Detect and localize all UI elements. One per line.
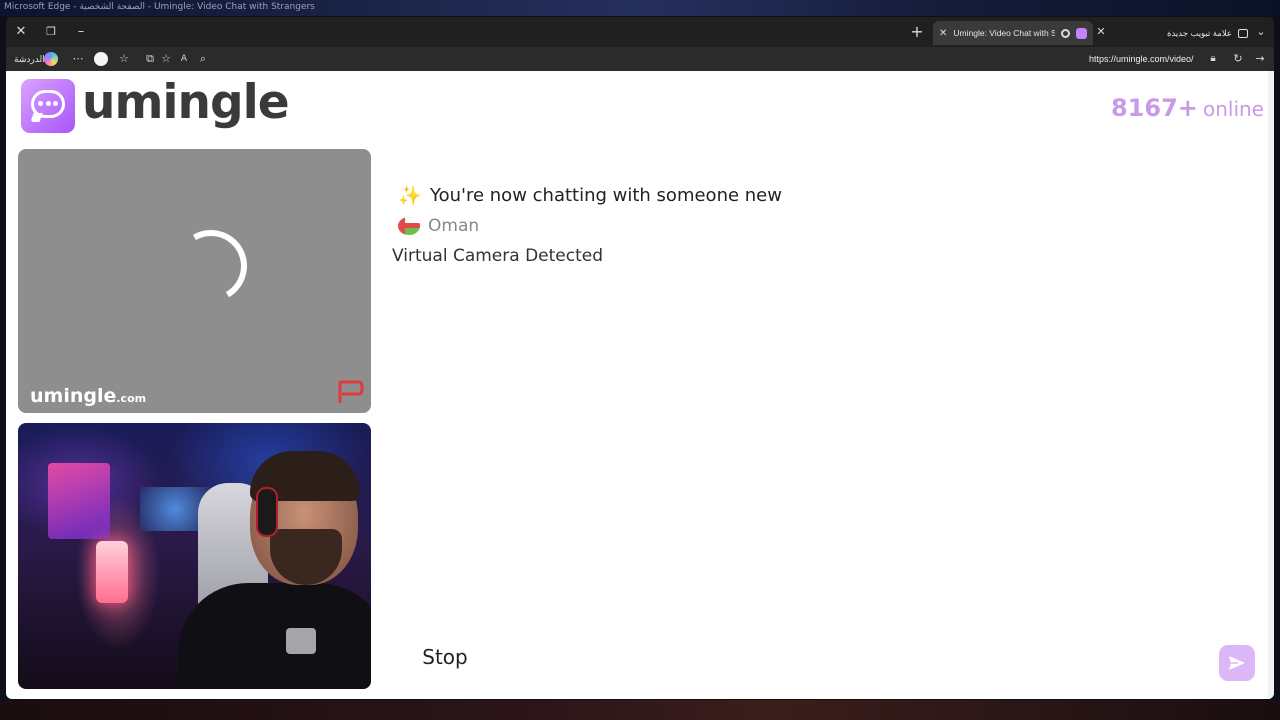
page-icon (1238, 28, 1248, 38)
forward-arrow-icon[interactable]: → (1252, 50, 1268, 68)
umingle-logo-icon[interactable] (21, 79, 75, 133)
online-counter: 8167+ online (1111, 94, 1264, 122)
send-icon (1229, 656, 1245, 670)
tab-title: علامة تبويب جديدة (1166, 27, 1232, 38)
tab-title: Umingle: Video Chat with Stra (953, 28, 1055, 38)
add-favorite-icon[interactable]: ☆ (158, 50, 174, 68)
browser-window: ✕ ❐ – + ✕ Umingle: Video Chat with Stra … (6, 17, 1274, 699)
minimize-window-icon[interactable]: – (70, 22, 92, 42)
umingle-favicon-icon (1076, 27, 1087, 39)
more-menu-icon[interactable]: ⋯ (70, 50, 86, 68)
wolf-poster (48, 463, 110, 539)
chevron-down-icon[interactable]: ⌄ (1250, 22, 1272, 42)
send-button[interactable] (1219, 645, 1255, 681)
restore-window-icon[interactable]: ❐ (40, 22, 62, 42)
os-window-title: Microsoft Edge - الصفحة الشخصية - Umingl… (4, 2, 315, 12)
video-watermark: umingle.com (30, 385, 146, 407)
tab-umingle[interactable]: ✕ Umingle: Video Chat with Stra (933, 21, 1093, 45)
refresh-icon[interactable]: ↻ (1230, 50, 1246, 68)
desktop-wallpaper-bottom (0, 700, 1280, 720)
online-count: 8167+ (1110, 94, 1198, 122)
tab-new-tab[interactable]: علامة تبويب جديدة (1106, 21, 1254, 45)
stranger-video: umingle.com (18, 149, 371, 413)
oman-flag-icon (398, 217, 420, 235)
chat-status-line: ✨ You're now chatting with someone new (398, 181, 1258, 209)
lock-icon[interactable]: 🔒︎ (1206, 50, 1220, 68)
copilot-icon[interactable] (44, 52, 58, 66)
new-tab-icon[interactable]: + (906, 22, 928, 42)
tab-strip: ✕ ❐ – + ✕ Umingle: Video Chat with Stra … (6, 17, 1274, 47)
watermark-main: umingle (30, 385, 117, 407)
desktop-wallpaper-top: Microsoft Edge - الصفحة الشخصية - Umingl… (0, 0, 1280, 16)
chat-warning-line: Virtual Camera Detected (392, 243, 1258, 269)
self-camera-video (18, 423, 371, 689)
watermark-suffix: .com (116, 392, 147, 405)
address-bar: الدردشة ⋯ ☆ ⧉ ☆ A ⌕ https://umingle.com/… (6, 47, 1274, 71)
chat-warning-text: Virtual Camera Detected (392, 246, 604, 266)
sparkle-icon: ✨ (398, 184, 422, 207)
favorites-icon[interactable]: ☆ (116, 50, 132, 68)
read-aloud-icon[interactable]: A (176, 50, 192, 68)
chat-country-line: Oman (398, 213, 1258, 239)
page-content: umingle 8167+ online umingle.com ✨ You'r… (6, 71, 1274, 699)
report-flag-icon[interactable] (336, 379, 364, 405)
url-field[interactable]: https://umingle.com/video/ (1089, 50, 1194, 68)
lamp (96, 541, 128, 603)
person-shirt (178, 583, 371, 689)
page-scrollbar[interactable] (1268, 71, 1274, 699)
profile-avatar[interactable] (94, 52, 108, 66)
chat-status-text: You're now chatting with someone new (430, 184, 782, 206)
brand-name[interactable]: umingle (82, 75, 290, 130)
recording-icon (1061, 28, 1070, 38)
shirt-logo (286, 628, 316, 654)
split-screen-icon[interactable]: ⧉ (142, 50, 158, 68)
loading-spinner-icon (166, 221, 256, 311)
zoom-icon[interactable]: ⌕ (195, 50, 211, 68)
chat-log: ✨ You're now chatting with someone new O… (392, 181, 1258, 273)
headphone (256, 487, 278, 537)
chat-country-text: Oman (428, 216, 480, 236)
close-tab-icon[interactable]: ✕ (939, 28, 947, 39)
close-window-icon[interactable]: ✕ (10, 22, 32, 42)
stop-button[interactable]: Stop (404, 635, 486, 679)
workspace-label[interactable]: الدردشة (14, 50, 45, 68)
online-label: online (1202, 97, 1264, 121)
